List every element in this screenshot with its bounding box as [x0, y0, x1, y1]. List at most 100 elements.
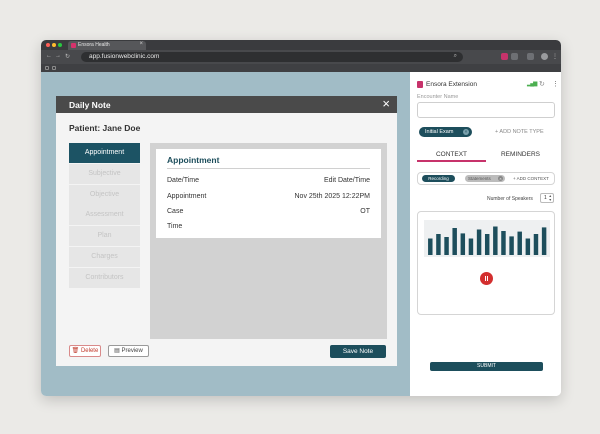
signal-icon: ▂▄▆	[527, 81, 537, 87]
waveform-bar	[468, 238, 474, 255]
nav-item-assessment[interactable]: Assessment	[69, 205, 140, 226]
add-note-type-button[interactable]: + ADD NOTE TYPE	[495, 129, 544, 135]
address-bar-row: ← → ↻ app.fusionwebclinic.com ⌕ ⋮	[41, 50, 561, 64]
forward-icon[interactable]: →	[55, 53, 61, 59]
edit-date-time-link[interactable]: Edit Date/Time	[324, 177, 370, 184]
clinic-app-backdrop: Daily Note × Patient: Jane Doe Appointme…	[41, 72, 410, 396]
row-label: Time	[167, 223, 183, 230]
statements-pill[interactable]: Statements ×	[465, 175, 505, 182]
waveform-bar	[509, 236, 514, 255]
row-value: Nov 25th 2025 12:22PM	[294, 193, 371, 200]
maximize-window-dot[interactable]	[58, 43, 62, 47]
preview-button[interactable]: ▤ Preview	[108, 345, 149, 357]
browser-tabstrip: Ensora Health ×	[41, 40, 561, 50]
close-window-dot[interactable]	[46, 43, 50, 47]
remove-statements-icon[interactable]: ×	[498, 176, 503, 181]
context-source-toggle: Recording Statements × + ADD CONTEXT	[417, 172, 555, 185]
submit-button[interactable]: SUBMIT	[430, 362, 543, 371]
delete-label: Delete	[80, 348, 99, 354]
encounter-name-label: Encounter Name	[417, 94, 459, 100]
dialog-title: Daily Note	[69, 100, 111, 110]
waveform-bar	[452, 228, 457, 255]
note-content-area: Appointment Date/Time Edit Date/Time App…	[150, 143, 387, 339]
waveform-bar	[476, 229, 482, 255]
document-icon: ▤	[114, 348, 120, 354]
minimize-window-dot[interactable]	[52, 43, 56, 47]
browser-menu-icon[interactable]: ⋮	[552, 53, 558, 60]
daily-note-dialog: Daily Note × Patient: Jane Doe Appointme…	[56, 96, 397, 366]
bookmark-icon[interactable]	[52, 66, 56, 70]
ensora-logo-icon	[417, 81, 423, 88]
url-field[interactable]: app.fusionwebclinic.com ⌕	[81, 52, 463, 62]
profile-avatar-icon[interactable]	[541, 53, 548, 60]
zoom-search-icon[interactable]: ⌕	[454, 53, 457, 60]
ensora-extension-icon[interactable]	[501, 53, 508, 60]
waveform-bar	[484, 234, 490, 255]
waveform-bar	[444, 237, 449, 255]
browser-tab[interactable]: Ensora Health ×	[68, 41, 146, 50]
save-note-button[interactable]: Save Note	[330, 345, 386, 358]
url-text: app.fusionwebclinic.com	[89, 53, 160, 60]
extensions-puzzle-icon[interactable]	[527, 53, 534, 60]
row-label: Date/Time	[167, 177, 200, 184]
ensora-favicon-icon	[71, 43, 76, 48]
nav-item-appointment[interactable]: Appointment	[69, 143, 140, 163]
trash-icon: 🗑	[71, 348, 80, 354]
waveform-bar	[493, 226, 498, 255]
remove-chip-icon[interactable]: ×	[463, 129, 469, 135]
waveform-bar	[460, 233, 466, 255]
dialog-header: Daily Note ×	[56, 96, 397, 113]
waveform-bar	[525, 238, 531, 255]
ensora-extension-panel: Ensora Extension ▂▄▆ ↻ ⋮ Encounter Name …	[410, 72, 561, 396]
statements-label: Statements	[468, 176, 491, 181]
tab-title: Ensora Health	[78, 42, 110, 48]
row-label: Case	[167, 208, 184, 215]
waveform-bar	[533, 234, 539, 255]
refresh-icon[interactable]: ↻	[539, 80, 545, 88]
pause-icon-bar	[484, 276, 486, 281]
tab-close-icon[interactable]: ×	[139, 41, 143, 47]
encounter-name-input[interactable]	[417, 102, 555, 118]
row-label: Appointment	[167, 193, 207, 200]
speakers-label: Number of Speakers	[487, 196, 533, 202]
note-type-chip[interactable]: Initial Exam ×	[419, 127, 472, 137]
nav-item-charges[interactable]: Charges	[69, 246, 140, 267]
note-type-label: Initial Exam	[425, 129, 454, 135]
reload-icon[interactable]: ↻	[65, 53, 70, 60]
delete-button[interactable]: 🗑 Delete	[69, 345, 101, 357]
apps-grid-icon[interactable]	[45, 66, 49, 70]
nav-item-contributors[interactable]: Contributors	[69, 267, 140, 288]
row-value: OT	[360, 208, 370, 215]
more-options-icon[interactable]: ⋮	[552, 80, 559, 88]
waveform-bar	[436, 234, 441, 255]
waveform-bar	[517, 231, 522, 255]
recording-pill[interactable]: Recording	[422, 175, 455, 182]
recording-panel	[417, 211, 555, 315]
back-icon[interactable]: ←	[46, 53, 52, 59]
waveform-bar	[501, 231, 506, 255]
close-icon[interactable]: ×	[382, 97, 390, 111]
add-context-button[interactable]: + ADD CONTEXT	[513, 176, 549, 181]
bookmarks-bar	[41, 64, 561, 72]
card-divider	[167, 168, 370, 169]
speakers-stepper[interactable]: 1 ▲ ▼	[540, 193, 554, 203]
appointment-card: Appointment Date/Time Edit Date/Time App…	[156, 149, 381, 238]
waveform-bar	[541, 227, 547, 255]
patient-name: Patient: Jane Doe	[69, 123, 141, 133]
nav-item-objective[interactable]: Objective	[69, 184, 140, 205]
extension-icon[interactable]	[511, 53, 518, 60]
waveform-bar	[428, 238, 433, 255]
tab-reminders[interactable]: REMINDERS	[486, 151, 555, 162]
nav-item-subjective[interactable]: Subjective	[69, 163, 140, 184]
card-title: Appointment	[167, 155, 220, 165]
stepper-arrows-icon[interactable]: ▲ ▼	[549, 194, 552, 202]
preview-label: Preview	[121, 348, 143, 354]
nav-item-plan[interactable]: Plan	[69, 226, 140, 247]
pause-icon-bar	[487, 276, 489, 281]
extension-title: Ensora Extension	[426, 81, 477, 88]
browser-window: Ensora Health × ← → ↻ app.fusionwebclini…	[41, 40, 561, 396]
speakers-value: 1	[544, 195, 547, 201]
tab-context[interactable]: CONTEXT	[417, 151, 486, 162]
note-section-nav: Appointment Subjective Objective Assessm…	[69, 143, 140, 289]
pause-recording-button[interactable]	[480, 272, 493, 285]
